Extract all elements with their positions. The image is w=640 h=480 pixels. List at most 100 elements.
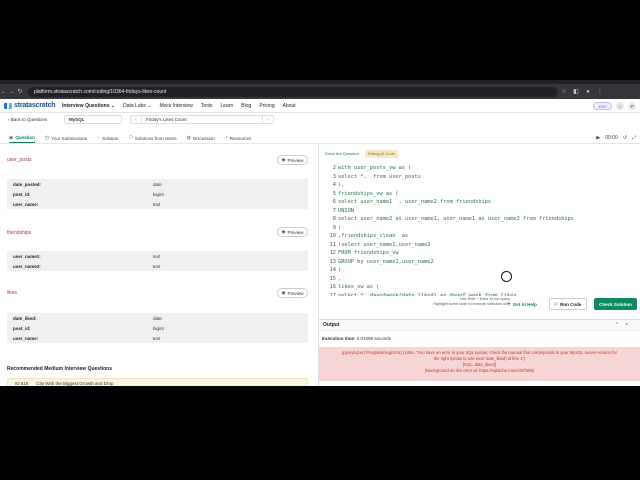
browser-toolbar: ← → ↻ platform.stratascratch.com/coding/… xyxy=(0,84,640,99)
eye-icon: ◉ xyxy=(281,157,286,162)
nav-tools[interactable]: Tools xyxy=(201,103,213,109)
schema-row: date_posted: date xyxy=(13,181,162,187)
code-line[interactable]: 11 (select user_name1,user_name2 xyxy=(322,241,640,250)
tab-label: Your Submissions xyxy=(51,135,88,141)
submissions-icon: ◷ xyxy=(44,135,50,141)
tab-label: Resources xyxy=(229,135,252,141)
code-line[interactable]: 13 GROUP by user_name1,user_name2 xyxy=(322,258,640,267)
code-line[interactable]: 14) xyxy=(322,266,640,275)
recommended-title: Recommended Medium Interview Questions xyxy=(7,366,113,372)
user-avatar[interactable]: P xyxy=(628,102,636,110)
play-timer-icon[interactable]: ▶ xyxy=(596,135,600,141)
code-text: friendships_vw as ( xyxy=(338,190,399,197)
code-text: GROUP by user_name1,user_name2 xyxy=(338,258,434,265)
next-question-chevron-icon[interactable]: › xyxy=(263,117,273,122)
tab-label: Solution xyxy=(102,135,119,141)
back-to-questions-link[interactable]: ‹ Back to Questions xyxy=(8,117,64,122)
line-number: 9 xyxy=(332,224,336,231)
schema-table: date_liked: date post_id: bigint user_name… xyxy=(7,313,308,343)
code-line[interactable]: 15, xyxy=(322,275,640,284)
streak-count: 3997 xyxy=(598,103,607,109)
streak-badge[interactable]: 3997 xyxy=(593,102,612,110)
preview-button[interactable]: ◉ Preview xyxy=(277,155,308,165)
code-line[interactable]: 12 FROM friendships_vw xyxy=(322,249,640,258)
tab-debug-ai-code[interactable]: Debug AI Code xyxy=(364,150,398,158)
url-text: platform.stratascratch.com/coding/10364-… xyxy=(34,88,167,95)
tab-question[interactable]: ◉ Question xyxy=(9,133,35,143)
code-text: ) xyxy=(338,224,342,231)
back-arrow-icon[interactable]: ← xyxy=(0,89,8,95)
preview-label: Preview xyxy=(287,229,304,235)
timer-reset-icon[interactable]: ↺ xyxy=(623,135,627,141)
nav-interview-questions[interactable]: Interview Questions ⌄ xyxy=(62,103,115,109)
code-line[interactable]: 3 select *, from user_posts xyxy=(322,173,640,182)
resources-icon: ◔ xyxy=(224,135,228,141)
code-line[interactable]: 16 likes_vw as ( xyxy=(322,283,640,292)
code-line[interactable]: 5 friendships_vw as ( xyxy=(322,190,640,199)
prev-question-chevron-icon[interactable]: ‹ xyxy=(131,117,141,122)
timer-value: 00:00 xyxy=(605,135,618,141)
nav-blog[interactable]: Blog xyxy=(241,103,251,109)
solution-icon: ◌ xyxy=(97,135,101,141)
code-text: select user_name1 , user_name2 from frie… xyxy=(338,199,492,205)
code-text: ) xyxy=(338,267,342,273)
nav-about[interactable]: About xyxy=(283,103,296,109)
ai-help-label: Get AI Help xyxy=(512,301,537,307)
check-solution-button[interactable]: Check Solution xyxy=(594,298,637,310)
code-text: select user_name2 as user_name1, user_na… xyxy=(338,216,574,222)
preview-button[interactable]: ◉ Preview xyxy=(277,227,308,237)
extensions-icon[interactable]: ◧ xyxy=(570,88,582,95)
exec-value: 0.01098 seconds xyxy=(356,336,392,341)
preview-label: Preview xyxy=(287,157,304,163)
table-name: friendships xyxy=(7,230,32,236)
expand-icon[interactable]: ⤢ xyxy=(632,135,636,141)
code-editor[interactable]: 2 with user_posts_vw as (3 select *, from … xyxy=(322,164,640,296)
nav-mock-interview[interactable]: Mock Interview xyxy=(159,103,192,109)
question-panel: user_posts ◉ Preview date_posted: date po… xyxy=(0,145,318,386)
output-title: Output xyxy=(323,322,340,328)
code-line[interactable]: 8 select user_name2 as user_name1, user_n… xyxy=(322,215,640,224)
collapse-chevron-icon[interactable]: ⌃ xyxy=(615,322,625,328)
error-line: (Background on this error at: https://sq… xyxy=(424,368,535,373)
tab-resources[interactable]: ◔ Resources xyxy=(225,133,252,143)
address-bar[interactable]: platform.stratascratch.com/coding/10364-… xyxy=(28,86,558,97)
schema-row: user_name2: text xyxy=(13,263,161,269)
eye-icon: ◉ xyxy=(281,290,286,295)
close-icon[interactable]: × xyxy=(625,322,634,328)
reload-icon[interactable]: ↻ xyxy=(16,88,24,95)
stratascratch-logo[interactable]: stratascratch xyxy=(4,102,62,109)
question-tabs: ◉ Question ◷ Your Submissions ◌ Solution… xyxy=(0,133,640,144)
recommended-question[interactable]: ID 515 City With the Biggest Growth and … xyxy=(7,378,308,386)
nav-learn[interactable]: Learn xyxy=(221,103,234,109)
sql-dialect-select[interactable]: MySQL xyxy=(64,114,122,124)
nav-data-labs[interactable]: Data Labs ⌄ xyxy=(123,103,151,109)
schema-row: user_name: text xyxy=(13,201,161,207)
profile-icon[interactable]: ● xyxy=(582,89,594,95)
tab-solution[interactable]: ◌ Solution xyxy=(97,133,118,143)
tab-solve-question[interactable]: Solve the Question xyxy=(322,150,362,158)
get-ai-help-button[interactable]: ✦ Get AI Help xyxy=(507,298,537,310)
tab-discussion[interactable]: ◍ Discussion xyxy=(187,133,215,143)
code-line[interactable]: 9) xyxy=(322,224,640,233)
preview-button[interactable]: ◉ Preview xyxy=(277,288,308,298)
tab-your-submissions[interactable]: ◷ Your Submissions xyxy=(45,133,87,143)
tab-label: Discussion xyxy=(193,135,215,141)
code-line[interactable]: 2 with user_posts_vw as ( xyxy=(322,164,640,173)
code-line[interactable]: 10 ,friendships_clean as xyxy=(322,232,640,241)
tab-solutions-from-users[interactable]: ⚇ Solutions from Users xyxy=(128,133,176,143)
tab-label: Solutions from Users xyxy=(134,135,177,141)
browser-menu-icon[interactable]: ⋮ xyxy=(594,88,606,95)
line-number: 16 xyxy=(329,284,336,290)
nav-pricing[interactable]: Pricing xyxy=(259,103,274,109)
discussion-icon: ◍ xyxy=(186,135,191,141)
code-line[interactable]: 6 select user_name1 , user_name2 from fri… xyxy=(322,198,640,207)
forward-arrow-icon[interactable]: → xyxy=(8,89,16,95)
code-line[interactable]: 7 UNION xyxy=(322,207,640,216)
code-line[interactable]: 4), xyxy=(322,181,640,190)
dialect-value: MySQL xyxy=(69,116,85,122)
bookmark-star-icon[interactable]: ☆ xyxy=(558,88,570,95)
run-code-button[interactable]: ▷ Run Code xyxy=(549,298,587,310)
notification-bell-icon[interactable]: ♪ xyxy=(616,102,624,110)
schema-row: date_liked: date xyxy=(13,315,162,321)
error-message: (pymysql.err.ProgrammingError) (1064, "Y… xyxy=(319,347,640,381)
